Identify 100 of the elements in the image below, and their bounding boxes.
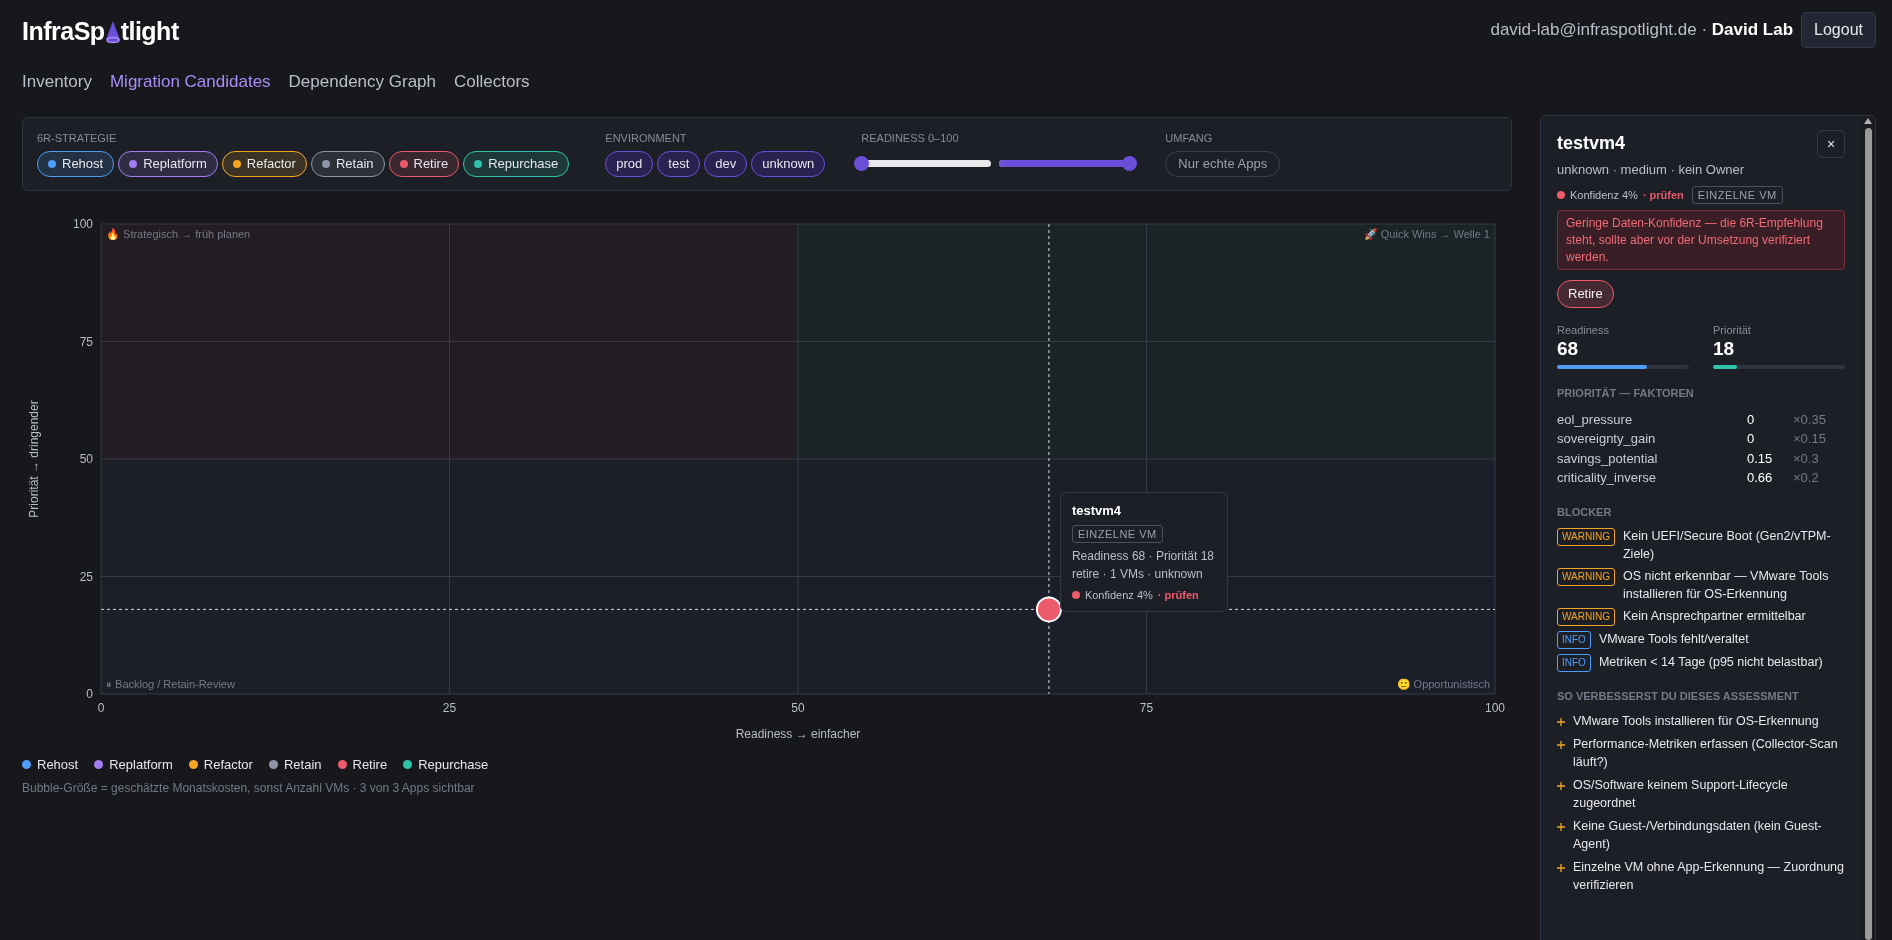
metric-label: Priorität — [1713, 322, 1752, 338]
environment-chip[interactable]: prod — [605, 150, 654, 177]
scrollbar[interactable] — [1861, 116, 1875, 940]
factor-value: 0 — [1747, 430, 1756, 449]
improvement-text: OS/Software keinem Support-Lifecycle zugeordnet — [1573, 777, 1789, 812]
axis-title: Priorität → dringender — [27, 400, 41, 518]
axis-tick-label: 25 — [442, 701, 457, 715]
factor-value: 0.15 — [1747, 449, 1774, 468]
vm-badge: EINZELNE VM — [1691, 185, 1783, 204]
improvement-text: Keine Guest-/Verbindungsdaten (kein Guest-Agent) — [1573, 818, 1823, 853]
plus-icon — [1557, 823, 1565, 832]
environment-chip[interactable]: unknown — [751, 150, 826, 177]
review-label: · prüfen — [1642, 187, 1684, 203]
blocker-text: VMware Tools fehlt/veraltet — [1598, 631, 1749, 649]
severity-badge: WARNING — [1557, 528, 1615, 547]
legend-note: Bubble-Größe = geschätzte Monatskosten, sonst Anzahl VMs · 3 von 3 Apps sichtbar — [22, 780, 476, 797]
factor-weight: ×0.35 — [1793, 410, 1827, 429]
severity-badge: INFO — [1557, 654, 1591, 673]
confidence-text: Konfidenz 4% — [1570, 187, 1638, 203]
logo-text: tlight — [120, 16, 179, 48]
strategy-chip[interactable]: Repurchase — [463, 150, 570, 177]
metric-value: 18 — [1713, 338, 1736, 362]
plus-icon — [1557, 782, 1565, 791]
filter-label: 6R-STRATEGIE — [37, 131, 118, 146]
legend-label: Repurchase — [418, 755, 489, 774]
severity-badge: WARNING — [1557, 568, 1615, 587]
spotlight-cone-icon — [104, 20, 121, 44]
slider-thumb[interactable] — [1122, 156, 1138, 171]
legend-label: Refactor — [203, 755, 253, 774]
factor-value: 0.66 — [1747, 469, 1774, 488]
environment-chip[interactable]: test — [657, 150, 701, 177]
tooltip-text: retire · 1 VMs · unknown — [1071, 565, 1204, 583]
plus-icon — [1557, 741, 1565, 750]
axis-tick-label: 0 — [97, 701, 105, 715]
axis-tick-label: 75 — [1139, 701, 1154, 715]
strategy-chip[interactable]: Retain — [310, 150, 385, 177]
environment-chip[interactable]: dev — [704, 150, 748, 177]
factor-name: eol_pressure — [1557, 410, 1634, 429]
axis-tick-label: 75 — [79, 334, 93, 349]
blocker-text: Kein UEFI/Secure Boot (Gen2/vTPM-Ziele) — [1622, 528, 1832, 563]
slider-thumb[interactable] — [854, 156, 870, 171]
axis-tick-label: 50 — [79, 452, 93, 466]
review-label: · prüfen — [1157, 587, 1199, 603]
nav-tab[interactable]: Collectors — [454, 69, 530, 95]
improvement-text: VMware Tools installieren für OS-Erkennung — [1573, 712, 1819, 730]
nav-tab[interactable]: Migration Candidates — [109, 69, 271, 95]
axis-tick-label: 100 — [1485, 701, 1505, 715]
axis-tick-label: 50 — [791, 701, 805, 715]
vm-badge: EINZELNE VM — [1071, 524, 1163, 544]
nav-tab[interactable]: Inventory — [22, 69, 92, 95]
legend-label: Retain — [283, 755, 322, 774]
detail-subtitle: unknown · medium · kein Owner — [1557, 161, 1746, 179]
legend-label: Retire — [352, 755, 388, 774]
quadrant-label: 🚀 Quick Wins → Welle 1 — [1363, 228, 1490, 240]
factor-name: criticality_inverse — [1557, 469, 1657, 488]
scroll-up-icon — [1864, 118, 1872, 124]
close-button[interactable]: × — [1817, 130, 1845, 158]
legend-label: Rehost — [37, 755, 79, 774]
blocker-text: Metriken < 14 Tage (p95 nicht belastbar) — [1598, 654, 1823, 672]
improvement-text: Performance-Metriken erfassen (Collector-Scan läuft?) — [1573, 736, 1839, 771]
user-name: David Lab — [1711, 20, 1794, 40]
confidence-text: Konfidenz 4% — [1084, 587, 1153, 603]
detail-title: testvm4 — [1557, 132, 1626, 155]
blocker-text: OS nicht erkennbar — VMware Tools installieren für OS-Erkennung — [1622, 568, 1830, 603]
section-heading: SO VERBESSERST DU DIESES ASSESSMENT — [1557, 689, 1800, 705]
section-heading: PRIORITÄT — FAKTOREN — [1557, 386, 1695, 402]
severity-badge: INFO — [1557, 631, 1591, 650]
strategy-chip[interactable]: Rehost — [37, 150, 115, 177]
filter-label: READINESS 0–100 — [861, 131, 960, 146]
axis-title: Readiness → einfacher — [735, 727, 861, 741]
metric-label: Readiness — [1557, 322, 1610, 338]
legend-label: Replatform — [109, 755, 173, 774]
filter-label: ENVIRONMENT — [605, 131, 688, 146]
strategy-chip[interactable]: Refactor — [221, 150, 307, 177]
axis-tick-label: 100 — [72, 217, 93, 231]
logout-button[interactable]: Logout — [1801, 12, 1876, 48]
factor-name: sovereignty_gain — [1557, 430, 1657, 449]
factor-weight: ×0.2 — [1793, 469, 1820, 488]
quadrant-label: ⏸ Backlog / Retain-Review — [106, 678, 235, 690]
factor-value: 0 — [1747, 410, 1756, 429]
section-heading: BLOCKER — [1557, 504, 1613, 520]
strategy-pill: Retire — [1557, 280, 1614, 308]
axis-tick-label: 25 — [79, 569, 93, 584]
user-email: david-lab@infraspotlight.de — [1490, 20, 1697, 40]
strategy-chip[interactable]: Replatform — [118, 150, 218, 177]
metric-value: 68 — [1557, 338, 1580, 362]
blocker-text: Kein Ansprechpartner ermittelbar — [1622, 608, 1806, 626]
tooltip-title: testvm4 — [1071, 502, 1123, 521]
tooltip-text: Readiness 68 · Priorität 18 — [1071, 547, 1215, 565]
factor-weight: ×0.15 — [1793, 430, 1827, 449]
quadrant-label: 🙂 Opportunistisch — [1396, 678, 1490, 690]
quadrant-label: 🔥 Strategisch → früh planen — [106, 228, 251, 240]
logo-text: InfraSp — [22, 16, 105, 48]
plus-icon — [1557, 717, 1565, 726]
factor-weight: ×0.3 — [1793, 449, 1820, 468]
factor-name: savings_potential — [1557, 449, 1659, 468]
axis-tick-label: 0 — [86, 687, 93, 701]
nav-tab[interactable]: Dependency Graph — [288, 69, 437, 95]
strategy-chip[interactable]: Retire — [388, 150, 460, 177]
warning-alert: Geringe Daten-Konfidenz — die 6R-Empfehlung steht, sollte aber vor der Umsetzung verifiziert werden. — [1557, 210, 1845, 271]
